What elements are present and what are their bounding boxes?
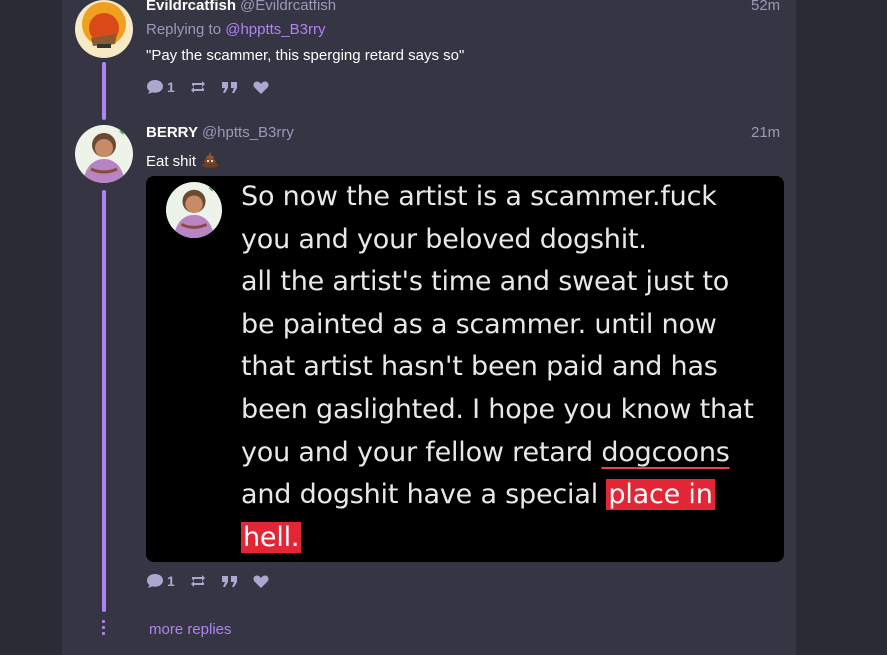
post-time[interactable]: 52m <box>751 0 780 14</box>
underlined-word: dogcoons <box>601 436 730 468</box>
post-text: Eat shit <box>146 153 197 170</box>
embed-line: you and your beloved dogshit. <box>241 223 647 255</box>
embed-avatar <box>166 182 222 238</box>
thread-dots <box>102 620 106 638</box>
quote-button[interactable] <box>221 573 239 589</box>
highlighted-text: place in <box>606 479 715 511</box>
author-handle[interactable]: @Evildrcatfish <box>240 0 336 14</box>
right-gutter <box>796 0 887 655</box>
post-time[interactable]: 21m <box>751 124 780 141</box>
embed-text: So now the artist is a scammer.fuck you … <box>241 176 766 559</box>
embed-line-part: and dogshit have a special <box>241 479 607 511</box>
post-author[interactable]: BERRY @hptts_B3rry <box>146 124 294 141</box>
repeat-button[interactable] <box>189 573 207 589</box>
display-name[interactable]: BERRY <box>146 124 198 141</box>
embed-line: that artist hasn't been paid and has <box>241 351 718 383</box>
heart-icon <box>253 81 269 94</box>
reply-count: 1 <box>167 79 175 95</box>
author-handle[interactable]: @hptts_B3rry <box>202 124 294 141</box>
repeat-icon <box>190 81 205 93</box>
repeat-icon <box>190 575 205 587</box>
avatar[interactable] <box>75 0 133 58</box>
embedded-image[interactable]: So now the artist is a scammer.fuck you … <box>146 176 784 562</box>
like-button[interactable] <box>253 574 269 589</box>
reply-count: 1 <box>167 573 175 589</box>
quote-icon <box>221 576 237 587</box>
thread-connector <box>102 62 106 120</box>
post-actions: 1 <box>146 573 283 589</box>
post-text-row: Eat shit <box>146 151 219 172</box>
replying-to: Replying to @hpptts_B3rry <box>146 21 326 38</box>
embed-line: and dogshit have a special place in <box>241 474 766 517</box>
replying-prefix: Replying to <box>146 21 222 38</box>
display-name[interactable]: Evildrcatfish <box>146 0 236 14</box>
repeat-button[interactable] <box>189 79 207 95</box>
post-text: "Pay the scammer, this sperging retard s… <box>146 47 465 64</box>
post-actions: 1 <box>146 79 283 95</box>
embed-line: you and your fellow retard dogcoons <box>241 432 766 475</box>
quote-icon <box>221 82 237 93</box>
like-button[interactable] <box>253 80 269 95</box>
comment-icon <box>147 574 163 588</box>
comment-icon <box>147 80 163 94</box>
highlighted-text: hell. <box>241 521 302 553</box>
avatar[interactable] <box>75 125 133 183</box>
embed-line-part: you and your fellow retard <box>241 436 602 468</box>
replying-handle-link[interactable]: @hpptts_B3rry <box>225 21 325 38</box>
quote-button[interactable] <box>221 79 239 95</box>
left-gutter <box>0 0 62 655</box>
reply-button[interactable]: 1 <box>146 79 175 95</box>
thread-connector <box>102 190 106 612</box>
embed-line: been gaslighted. I hope you know that <box>241 393 754 425</box>
embed-line: hell. <box>241 517 766 560</box>
post-author[interactable]: Evildrcatfish @Evildrcatfish <box>146 0 336 14</box>
pile-of-poo-icon <box>201 151 219 172</box>
embed-line: be painted as a scammer. until now <box>241 308 717 340</box>
more-replies-link[interactable]: more replies <box>149 621 232 638</box>
embed-line: So now the artist is a scammer.fuck <box>241 181 717 212</box>
heart-icon <box>253 575 269 588</box>
reply-button[interactable]: 1 <box>146 573 175 589</box>
embed-line: all the artist's time and sweat just to <box>241 266 730 298</box>
